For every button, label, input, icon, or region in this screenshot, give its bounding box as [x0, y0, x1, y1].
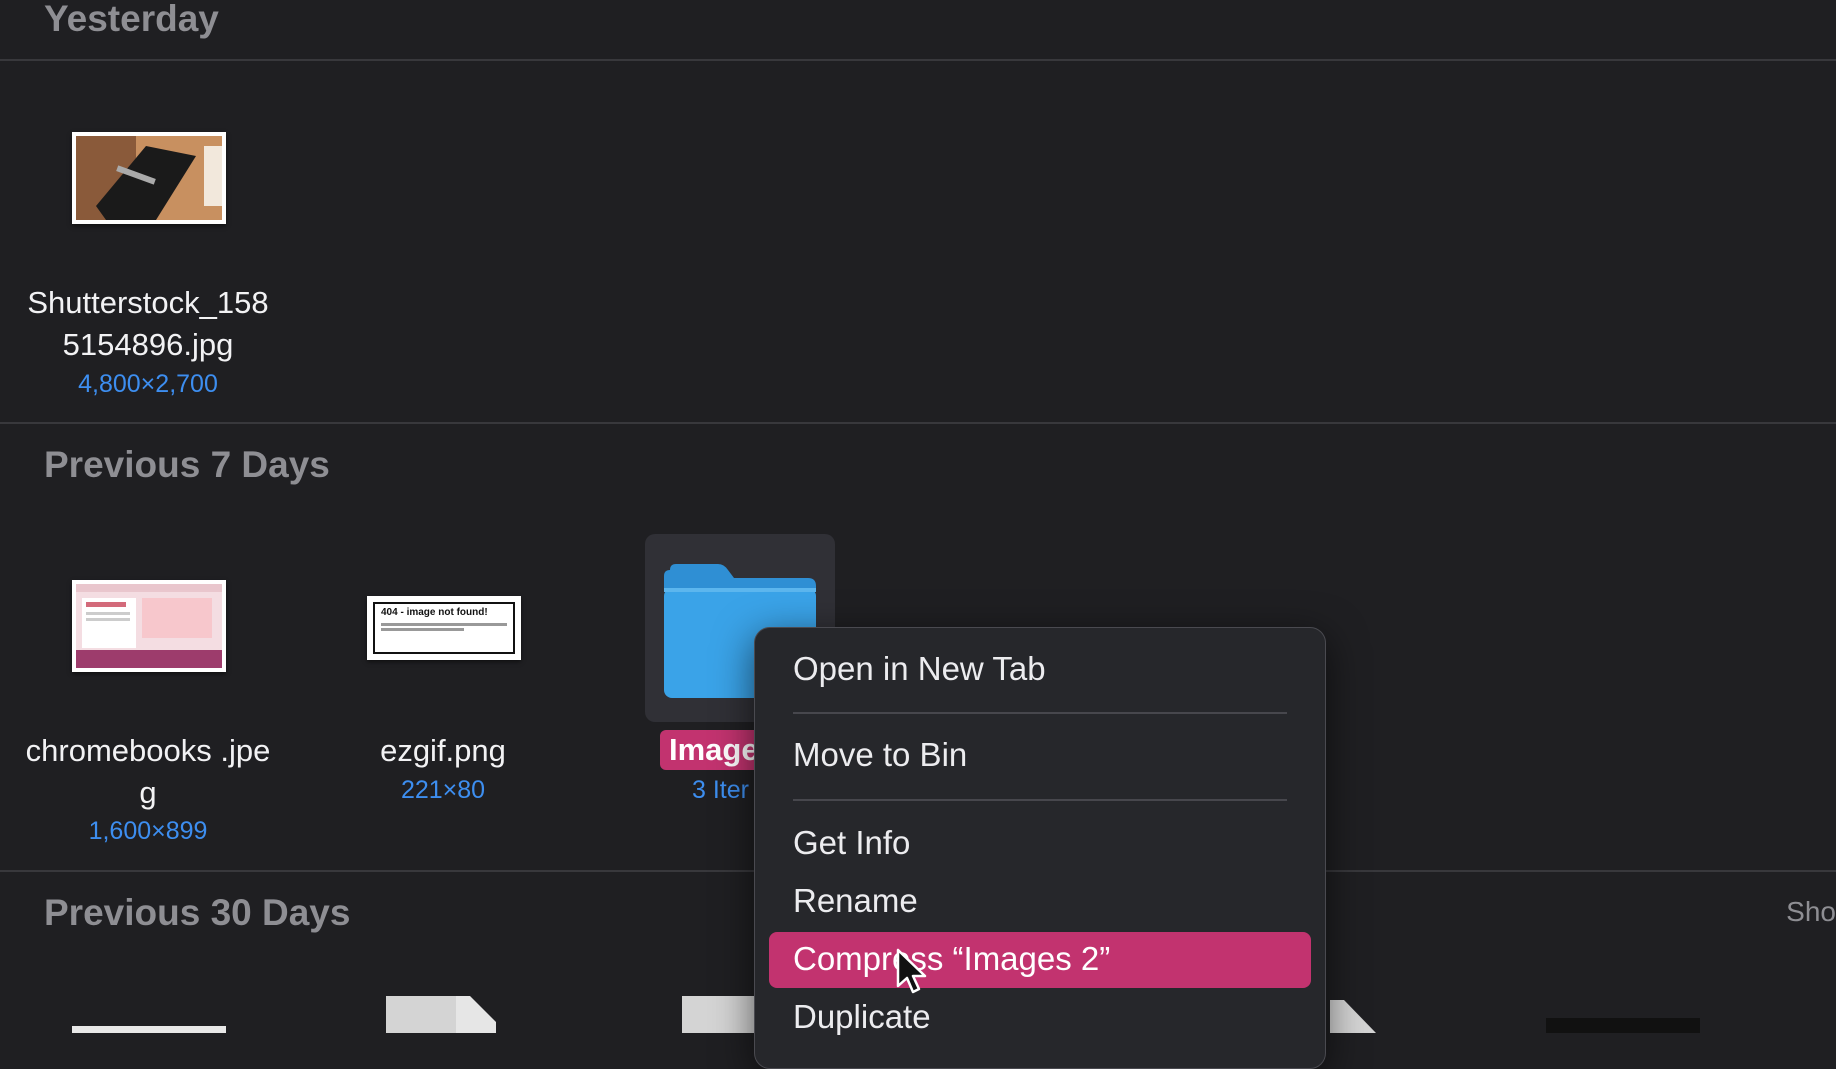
section-divider [0, 59, 1836, 61]
thumbnail-line [381, 623, 507, 626]
image-thumbnail [72, 580, 226, 672]
menu-item-rename[interactable]: Rename [793, 882, 918, 920]
menu-item-open-in-new-tab[interactable]: Open in New Tab [793, 650, 1046, 688]
menu-separator [793, 799, 1287, 801]
image-thumbnail: 404 - image not found! [367, 596, 521, 660]
section-header-previous-7-days: Previous 7 Days [44, 444, 330, 485]
image-thumbnail [72, 132, 226, 224]
document-page-icon [456, 996, 496, 1033]
mouse-cursor-icon [896, 948, 927, 994]
folder-name-selected[interactable]: Image [660, 730, 768, 770]
document-thumbnail[interactable] [386, 996, 458, 1033]
file-name: Shutterstock_158 5154896.jpg [27, 285, 269, 362]
document-thumbnail[interactable] [682, 996, 754, 1033]
section-header-yesterday: Yesterday [44, 0, 219, 39]
file-dimensions: 221×80 [400, 776, 486, 804]
thumbnail-text: 404 - image not found! [381, 607, 488, 618]
file-dimensions: 1,600×899 [88, 817, 208, 845]
file-name: chromebooks .jpe g [25, 733, 271, 810]
image-thumbnail[interactable] [1546, 1018, 1700, 1033]
section-header-previous-30-days: Previous 30 Days [44, 892, 351, 933]
menu-item-move-to-bin[interactable]: Move to Bin [793, 736, 967, 774]
thumbnail-line [381, 628, 464, 631]
menu-item-duplicate[interactable]: Duplicate [793, 998, 931, 1036]
file-name: ezgif.png [380, 733, 506, 768]
screenshot-thumbnail-graphic [76, 584, 222, 668]
context-menu: Open in New Tab Move to Bin Get Info Ren… [754, 627, 1326, 1069]
section-divider [0, 422, 1836, 424]
menu-separator [793, 712, 1287, 714]
show-more-link[interactable]: Sho [1786, 896, 1836, 928]
menu-item-compress[interactable]: Compress “Images 2” [793, 940, 1110, 978]
file-dimensions: 4,800×2,700 [78, 370, 218, 398]
thumbnail-frame: 404 - image not found! [373, 602, 515, 654]
menu-item-get-info[interactable]: Get Info [793, 824, 910, 862]
photo-thumbnail-graphic [76, 136, 222, 220]
image-thumbnail[interactable] [72, 1026, 226, 1033]
document-page-icon [1330, 1000, 1376, 1033]
